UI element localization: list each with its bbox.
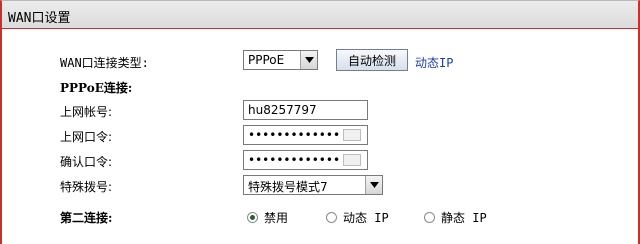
second-connection-label: 第二连接: [60,211,113,225]
radio-button[interactable] [326,212,337,223]
wan-type-label: WAN口连接类型: [60,56,149,70]
detected-type-text: 动态IP [415,56,454,70]
radio-dynamic-ip[interactable]: 动态 IP [326,209,389,226]
radio-static-ip-label: 静态 IP [441,211,487,225]
confirm-password-value: ••••••••••••• [248,153,341,167]
special-dial-label: 特殊拨号: [60,180,113,194]
wan-type-select[interactable]: PPPoE [243,50,318,70]
radio-disable[interactable]: 禁用 [247,209,288,226]
radio-button-selected[interactable] [247,212,258,223]
radio-disable-label: 禁用 [264,211,289,225]
chevron-down-icon [365,176,382,194]
confirm-password-label: 确认口令: [60,155,113,169]
chevron-down-icon [300,51,317,69]
pppoe-heading: PPPoE连接: [60,81,133,95]
radio-dynamic-ip-label: 动态 IP [343,211,389,225]
radio-static-ip[interactable]: 静态 IP [424,209,487,226]
special-dial-value: 特殊拨号模式7 [248,180,328,194]
wan-type-value: PPPoE [248,53,285,67]
keyboard-icon [343,129,361,141]
radio-button[interactable] [424,212,435,223]
password-input[interactable]: ••••••••••••• [243,125,368,145]
page-title: WAN口设置 [8,11,71,26]
password-value: ••••••••••••• [248,128,341,142]
confirm-password-input[interactable]: ••••••••••••• [243,150,368,170]
wan-settings-panel: WAN口设置 [0,0,640,244]
account-label: 上网帐号: [60,105,113,119]
keyboard-icon [343,154,361,166]
account-input[interactable]: hu8257797 [243,100,368,120]
auto-detect-button[interactable]: 自动检测 [336,49,408,71]
password-label: 上网口令: [60,130,113,144]
special-dial-select[interactable]: 特殊拨号模式7 [243,175,383,195]
panel-title-bar: WAN口设置 [2,1,638,29]
